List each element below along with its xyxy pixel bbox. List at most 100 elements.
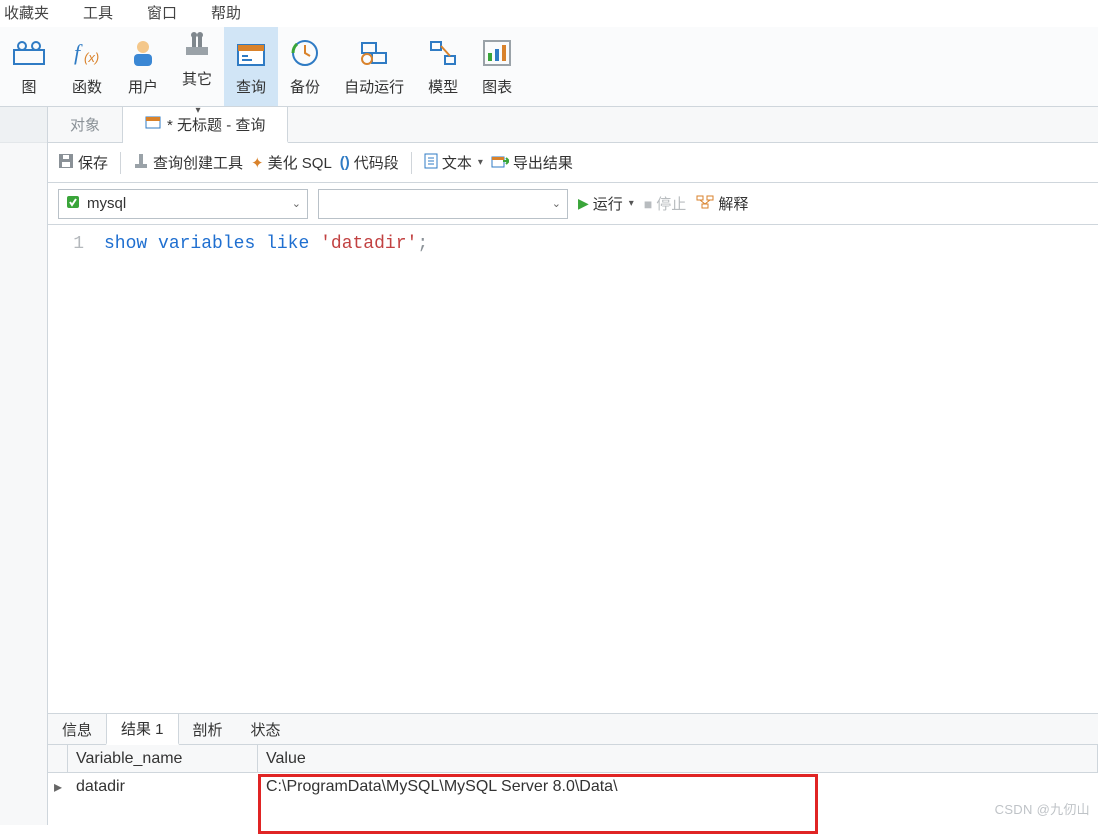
snippets-button[interactable]: () 代码段 bbox=[340, 152, 399, 173]
tab-objects-label: 对象 bbox=[70, 114, 100, 135]
ribbon-autorun[interactable]: 自动运行 bbox=[332, 27, 416, 106]
sidebar-slot bbox=[0, 107, 47, 143]
query-tab-icon bbox=[145, 115, 161, 133]
ribbon-chart-label: 图表 bbox=[482, 76, 512, 97]
svg-text:f: f bbox=[74, 40, 83, 65]
chevron-down-icon: ⌄ bbox=[292, 197, 301, 210]
stop-button[interactable]: ■ 停止 bbox=[644, 193, 686, 214]
backup-icon bbox=[290, 36, 320, 70]
run-button[interactable]: ▶ 运行 bbox=[578, 193, 634, 214]
tab-query[interactable]: * 无标题 - 查询 bbox=[123, 107, 288, 143]
explain-button[interactable]: 解释 bbox=[696, 193, 748, 214]
ribbon-view-label: 图 bbox=[21, 76, 36, 97]
menu-favorites[interactable]: 收藏夹 bbox=[4, 2, 49, 23]
menu-help[interactable]: 帮助 bbox=[211, 2, 241, 23]
row-handle-header bbox=[48, 745, 68, 772]
main: 对象 * 无标题 - 查询 保存 bbox=[48, 107, 1098, 825]
cell-value-text: C:\ProgramData\MySQL\MySQL Server 8.0\Da… bbox=[266, 778, 618, 795]
model-icon bbox=[428, 36, 458, 70]
result-tab-strip: 信息 结果 1 剖析 状态 bbox=[48, 713, 1098, 745]
ribbon-other-label: 其它 bbox=[182, 68, 212, 89]
table-row[interactable]: ▸ datadir C:\ProgramData\MySQL\MySQL Ser… bbox=[48, 773, 1098, 801]
ribbon-user-label: 用户 bbox=[128, 76, 158, 97]
semicolon: ; bbox=[417, 234, 428, 254]
stop-icon: ■ bbox=[644, 196, 652, 212]
query-builder-label: 查询创建工具 bbox=[153, 152, 243, 173]
ribbon-model-label: 模型 bbox=[428, 76, 458, 97]
menu-tools[interactable]: 工具 bbox=[83, 2, 113, 23]
ribbon-other[interactable]: 其它 ▾ bbox=[170, 27, 224, 106]
stop-label: 停止 bbox=[656, 193, 686, 214]
connection-combo[interactable]: mysql ⌄ bbox=[58, 189, 308, 219]
tab-query-label: * 无标题 - 查询 bbox=[167, 114, 265, 135]
result-tab-status[interactable]: 状态 bbox=[237, 714, 295, 744]
sql-editor[interactable]: 1 show variables like 'datadir'; bbox=[48, 225, 1098, 713]
line-number: 1 bbox=[48, 231, 84, 257]
snippets-label: 代码段 bbox=[354, 152, 399, 173]
autorun-icon bbox=[359, 36, 389, 70]
function-icon: f(x) bbox=[70, 36, 104, 70]
ribbon-query-label: 查询 bbox=[236, 76, 266, 97]
save-label: 保存 bbox=[78, 152, 108, 173]
cell-variable-name[interactable]: datadir bbox=[68, 776, 258, 798]
keyword-variables: variables bbox=[158, 234, 255, 254]
tab-objects[interactable]: 对象 bbox=[48, 107, 123, 142]
column-header-variable[interactable]: Variable_name bbox=[68, 745, 258, 772]
result-tab-info[interactable]: 信息 bbox=[48, 714, 106, 744]
beautify-sql-label: 美化 SQL bbox=[268, 152, 332, 173]
ribbon-function-label: 函数 bbox=[72, 76, 102, 97]
ribbon-view[interactable]: 图 bbox=[0, 27, 58, 106]
explain-label: 解释 bbox=[718, 193, 748, 214]
builder-icon bbox=[133, 153, 149, 173]
view-icon bbox=[12, 36, 46, 70]
query-builder-button[interactable]: 查询创建工具 bbox=[133, 152, 243, 173]
save-icon bbox=[58, 153, 74, 173]
ribbon-backup[interactable]: 备份 bbox=[278, 27, 332, 106]
ribbon-autorun-label: 自动运行 bbox=[344, 76, 404, 97]
keyword-show: show bbox=[104, 234, 147, 254]
ribbon-model[interactable]: 模型 bbox=[416, 27, 470, 106]
svg-text:(x): (x) bbox=[84, 50, 99, 65]
string-literal: 'datadir' bbox=[320, 234, 417, 254]
result-tab-result1[interactable]: 结果 1 bbox=[106, 714, 179, 745]
wand-icon: ✦ bbox=[251, 154, 264, 172]
editor-tab-strip: 对象 * 无标题 - 查询 bbox=[48, 107, 1098, 143]
content: 对象 * 无标题 - 查询 保存 bbox=[0, 107, 1098, 825]
result-header-row: Variable_name Value bbox=[48, 745, 1098, 773]
ribbon-backup-label: 备份 bbox=[290, 76, 320, 97]
braces-icon: () bbox=[340, 154, 350, 171]
database-combo[interactable]: ⌄ bbox=[318, 189, 568, 219]
text-mode-button[interactable]: 文本 bbox=[424, 152, 483, 173]
chart-icon bbox=[482, 36, 512, 70]
explain-icon bbox=[696, 195, 714, 213]
save-button[interactable]: 保存 bbox=[58, 152, 108, 173]
separator bbox=[120, 152, 121, 174]
control-row: mysql ⌄ ⌄ ▶ 运行 ■ 停止 解释 bbox=[48, 183, 1098, 225]
result-tab-profile[interactable]: 剖析 bbox=[179, 714, 237, 744]
other-icon bbox=[182, 28, 212, 62]
code-area[interactable]: show variables like 'datadir'; bbox=[96, 225, 1098, 713]
chevron-down-icon: ⌄ bbox=[552, 197, 561, 210]
chevron-down-icon[interactable]: ▾ bbox=[196, 105, 201, 116]
ribbon-user[interactable]: 用户 bbox=[116, 27, 170, 106]
menu-window[interactable]: 窗口 bbox=[147, 2, 177, 23]
watermark: CSDN @九仞山 bbox=[995, 799, 1090, 818]
beautify-sql-button[interactable]: ✦ 美化 SQL bbox=[251, 152, 332, 173]
line-gutter: 1 bbox=[48, 225, 96, 713]
export-button[interactable]: 导出结果 bbox=[491, 152, 573, 173]
ribbon-function[interactable]: f(x) 函数 bbox=[58, 27, 116, 106]
query-icon bbox=[236, 36, 266, 70]
ribbon-query[interactable]: 查询 bbox=[224, 27, 278, 106]
db-connection-icon bbox=[65, 194, 81, 214]
row-marker: ▸ bbox=[48, 773, 68, 801]
keyword-like: like bbox=[266, 234, 309, 254]
play-icon: ▶ bbox=[578, 195, 589, 212]
page-icon bbox=[424, 153, 438, 173]
ribbon-chart[interactable]: 图表 bbox=[470, 27, 524, 106]
user-icon bbox=[129, 36, 157, 70]
connection-value: mysql bbox=[87, 195, 126, 212]
column-header-value[interactable]: Value bbox=[258, 745, 1098, 772]
export-icon bbox=[491, 153, 509, 173]
export-label: 导出结果 bbox=[513, 152, 573, 173]
cell-value[interactable]: C:\ProgramData\MySQL\MySQL Server 8.0\Da… bbox=[258, 776, 1098, 798]
